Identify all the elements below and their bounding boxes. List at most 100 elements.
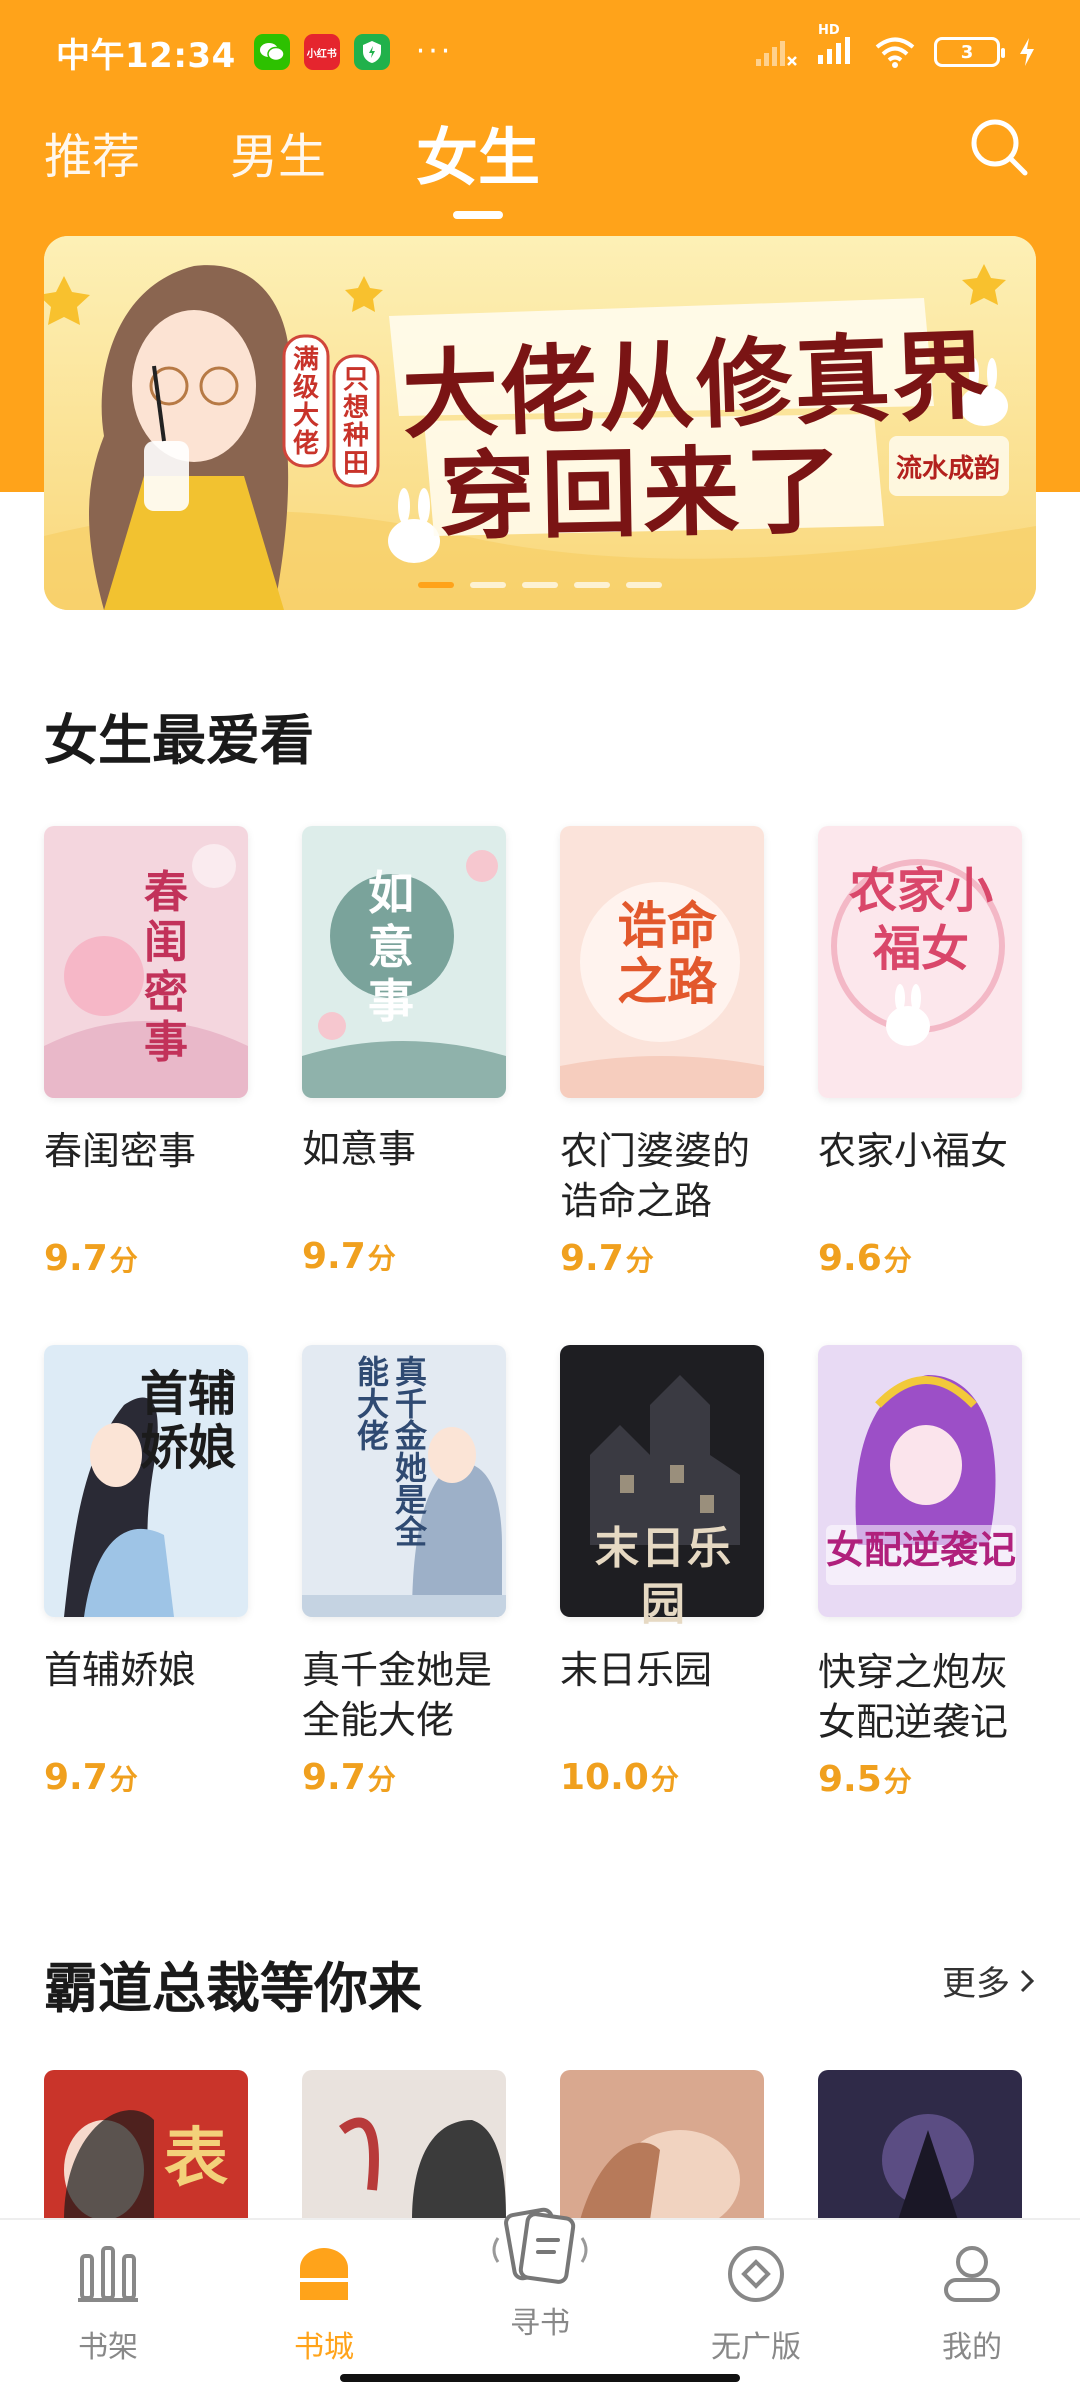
nav-profile[interactable]: 我的 — [864, 2220, 1080, 2400]
nav-bookshelf[interactable]: 书架 — [0, 2220, 216, 2400]
book-title: 农家小福女 — [818, 1129, 1009, 1173]
section-title-ceo-romance: 霸道总裁等你来 — [44, 1957, 422, 2020]
nav-label: 无广版 — [711, 2330, 801, 2365]
pager-dot-3 — [522, 582, 558, 588]
book-cover[interactable] — [818, 2070, 1022, 2220]
book-cover-text: 首辅娇娘 — [140, 1366, 237, 1476]
pager-dot-5 — [626, 582, 662, 588]
book-rating: 9.7分 — [44, 1238, 248, 1279]
rating-unit: 分 — [883, 1765, 912, 1798]
rating-unit: 分 — [367, 1242, 396, 1275]
book-title: 末日乐园 — [560, 1648, 713, 1692]
book-cover-text: 农家小福女 — [848, 863, 993, 977]
battery-icon: 3 — [934, 37, 1005, 67]
book-cover-text: 诰命之路 — [617, 897, 717, 1011]
promo-banner[interactable]: 满级大佬 只想种田 大佬从修真界 穿回来了 流水成韵 — [44, 236, 1036, 610]
nav-find-book[interactable]: 寻书 — [432, 2207, 648, 2400]
ad-free-icon — [716, 2234, 796, 2314]
book-title: 真千金她是全能大佬 — [302, 1648, 493, 1742]
rating-unit: 分 — [367, 1763, 396, 1796]
nav-label: 书架 — [78, 2330, 138, 2365]
chevron-right-icon — [1020, 1969, 1035, 1992]
book-cover[interactable]: 表 — [44, 2070, 248, 2220]
rating-score: 9.7 — [44, 1757, 108, 1798]
bookstore-home-icon — [284, 2234, 364, 2314]
book-title: 快穿之炮灰女配逆袭记 — [818, 1650, 1009, 1744]
nav-label: 我的 — [942, 2330, 1002, 2365]
banner-tagline-b: 只想种田 — [342, 365, 369, 479]
book-cover[interactable] — [302, 2070, 506, 2220]
book-rating: 9.7分 — [302, 1236, 506, 1277]
pager-dot-1 — [418, 582, 454, 588]
book-cover-text: 末日乐园 — [595, 1523, 733, 1630]
book-cover-text: 如意事 — [368, 866, 414, 1028]
book-rating: 9.7分 — [302, 1757, 506, 1798]
cell-signal-weak-icon — [756, 41, 797, 66]
rating-score: 9.6 — [818, 1238, 882, 1279]
status-bar: 中午12:34 小红书 ··· HD 3 — [0, 0, 1080, 104]
xiaohongshu-icon: 小红书 — [303, 34, 340, 70]
book-card[interactable]: 诰命之路 农门婆婆的诰命之路 9.7分 — [560, 826, 764, 1279]
book-title: 如意事 — [302, 1127, 417, 1171]
svg-text:表: 表 — [164, 2122, 228, 2196]
book-rating: 9.5分 — [818, 1759, 1022, 1800]
book-cover-text: 女配逆袭记 — [826, 1525, 1016, 1585]
tab-recommend[interactable]: 推荐 — [44, 117, 140, 187]
rating-score: 9.5 — [818, 1759, 882, 1800]
rating-unit: 分 — [109, 1244, 138, 1277]
nav-bookstore[interactable]: 书城 — [216, 2220, 432, 2400]
rating-unit: 分 — [650, 1763, 679, 1796]
cell-signal-hd: HD — [816, 23, 856, 69]
rating-score: 9.7 — [560, 1238, 624, 1279]
rating-score: 9.7 — [44, 1238, 108, 1279]
nav-label: 寻书 — [510, 2306, 570, 2341]
book-card[interactable]: 首辅娇娘 首辅娇娘 9.7分 — [44, 1345, 248, 1800]
book-card[interactable]: 农家小福女 农家小福女 9.6分 — [818, 826, 1022, 1279]
find-book-cards-icon — [480, 2198, 600, 2298]
book-cover-text: 春闺密事 — [144, 867, 188, 1068]
bookshelf-icon — [68, 2234, 148, 2314]
xiaohongshu-label: 小红书 — [306, 48, 337, 60]
nav-ad-free[interactable]: 无广版 — [648, 2220, 864, 2400]
nav-label: 书城 — [294, 2330, 354, 2365]
rating-unit: 分 — [625, 1244, 654, 1277]
search-button[interactable] — [968, 116, 1030, 178]
top-category-tabs: 推荐 男生 女生 — [44, 104, 540, 200]
book-grid-female-favorites: 春闺密事 春闺密事 9.7分 如意事 如意事 9.7分 诰命之路 农门婆婆的诰命… — [44, 826, 1036, 1800]
book-card[interactable]: 真千金她是全能大佬 真千金她是全能大佬 9.7分 — [302, 1345, 506, 1800]
profile-icon — [932, 2234, 1012, 2314]
hd-label: HD — [818, 23, 840, 38]
pager-dot-4 — [574, 582, 610, 588]
home-indicator[interactable] — [340, 2374, 740, 2382]
rating-score: 10.0 — [560, 1757, 649, 1798]
tab-male[interactable]: 男生 — [230, 117, 326, 187]
tab-female[interactable]: 女生 — [416, 107, 540, 197]
book-card[interactable]: 女配逆袭记 快穿之炮灰女配逆袭记 9.5分 — [818, 1345, 1022, 1800]
wechat-icon — [253, 34, 290, 70]
banner-title-line2: 穿回来了 — [438, 434, 849, 554]
status-app-icons: 小红书 — [253, 34, 390, 70]
book-rating: 9.6分 — [818, 1238, 1022, 1279]
rating-unit: 分 — [109, 1763, 138, 1796]
more-notifications-icon: ··· — [415, 34, 454, 69]
status-time: 中午12:34 — [56, 35, 236, 76]
pager-dot-2 — [470, 582, 506, 588]
search-icon — [971, 119, 1028, 176]
book-title: 春闺密事 — [44, 1129, 197, 1173]
rating-score: 9.7 — [302, 1236, 366, 1277]
book-cover-text: 真千金她是全能大佬 — [352, 1355, 428, 1547]
book-card[interactable]: 春闺密事 春闺密事 9.7分 — [44, 826, 248, 1279]
shield-app-icon — [353, 34, 390, 70]
cell-signal-icon — [818, 37, 850, 64]
more-link[interactable]: 更多 — [942, 1956, 1036, 2005]
banner-tagline-a: 满级大佬 — [292, 345, 319, 459]
book-card[interactable]: 如意事 如意事 9.7分 — [302, 826, 506, 1279]
book-card[interactable]: 末日乐园 末日乐园 10.0分 — [560, 1345, 764, 1800]
book-rating: 9.7分 — [44, 1757, 248, 1798]
banner-author-stamp: 流水成韵 — [896, 454, 1001, 484]
book-title: 首辅娇娘 — [44, 1648, 197, 1692]
banner-pager — [44, 582, 1036, 588]
rating-unit: 分 — [883, 1244, 912, 1277]
rating-score: 9.7 — [302, 1757, 366, 1798]
battery-level: 3 — [960, 41, 974, 63]
